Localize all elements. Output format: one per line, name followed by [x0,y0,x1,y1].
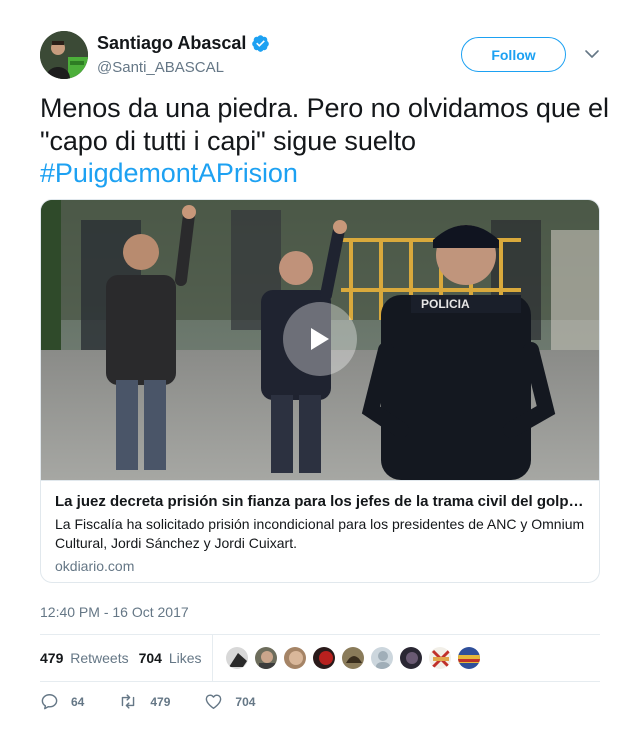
chevron-down-icon[interactable] [584,46,600,62]
liker-avatar[interactable] [224,646,249,670]
liker-avatar[interactable] [311,646,336,670]
tweet-timestamp[interactable]: 12:40 PM - 16 Oct 2017 [40,604,189,620]
reply-icon [41,694,58,710]
liker-avatar[interactable] [398,646,423,670]
card-body[interactable]: La juez decreta prisión sin fianza para … [41,480,599,582]
reply-button[interactable]: 64 [40,692,84,711]
link-card[interactable]: POLICIA La juez decreta prisión sin fian… [40,199,600,583]
card-domain: okdiario.com [55,558,135,574]
tweet: Santiago Abascal @Santi_ABASCAL Follow M… [0,0,640,743]
divider [40,681,600,682]
stats-separator [211,635,213,681]
likes-stat[interactable]: 704 Likes [139,650,202,666]
liker-avatar[interactable] [369,646,394,670]
heart-icon [206,694,222,709]
author-name-text[interactable]: Santiago Abascal [97,33,246,54]
likes-label: Likes [168,650,202,666]
avatar[interactable] [40,31,88,79]
video-thumbnail[interactable]: POLICIA [41,200,599,480]
verified-badge-icon [252,35,270,52]
follow-button[interactable]: Follow [461,37,566,72]
like-count: 704 [235,694,256,709]
retweet-icon [122,694,135,709]
retweets-label: Retweets [70,650,129,666]
author-handle[interactable]: @Santi_ABASCAL [97,59,224,76]
retweet-count: 479 [150,694,171,709]
retweets-stat[interactable]: 479 Retweets [40,650,129,666]
card-title[interactable]: La juez decreta prisión sin fianza para … [55,492,587,512]
liker-avatar[interactable] [282,646,307,670]
tweet-text: Menos da una piedra. Pero no olvidamos q… [40,92,610,190]
card-description: La Fiscalía ha solicitado prisión incond… [55,516,585,551]
play-icon [311,328,329,350]
liker-avatars [224,646,481,670]
like-button[interactable]: 704 [204,692,255,711]
tweet-stats: 479 Retweets 704 Likes [40,635,600,681]
hashtag-link[interactable]: #PuigdemontAPrision [40,158,298,188]
retweet-button[interactable]: 479 [118,692,170,711]
author-name[interactable]: Santiago Abascal [97,33,270,54]
police-badge-text: POLICIA [421,297,470,311]
liker-avatar[interactable] [456,646,481,670]
play-button[interactable] [283,302,357,376]
tweet-actions: 64 479 704 [40,692,289,711]
reply-count: 64 [71,694,85,709]
likes-count: 704 [138,650,162,666]
retweets-count: 479 [40,650,64,666]
liker-avatar[interactable] [340,646,365,670]
liker-avatar[interactable] [427,646,452,670]
tweet-text-main: Menos da una piedra. Pero no olvidamos q… [40,93,609,156]
liker-avatar[interactable] [253,646,278,670]
